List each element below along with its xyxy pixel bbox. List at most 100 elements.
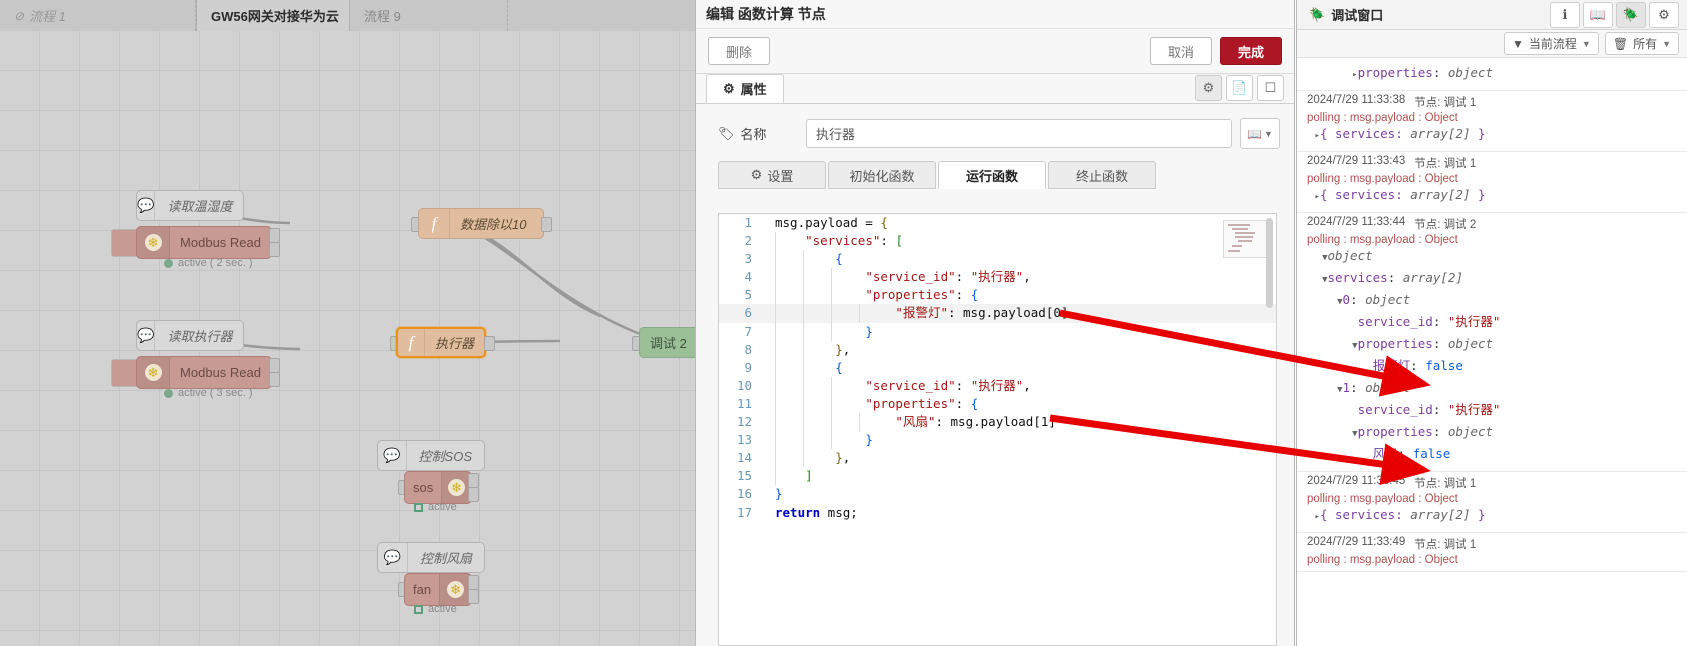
flow-tab-3[interactable]: 流程 9 (350, 0, 508, 31)
debug-object-tree[interactable]: ▸{ services: array[2] } (1307, 185, 1681, 207)
name-input[interactable] (806, 119, 1232, 148)
debug-2-node[interactable]: 调试 2 (639, 327, 695, 358)
tree-row[interactable]: ▼object (1307, 246, 1681, 268)
tree-row[interactable]: 风扇: false (1307, 444, 1681, 466)
node-red-window: ⊘ 流程 1 GW56网关对接华为云 流程 9 💬 读取温湿度 (0, 0, 1687, 646)
sos-node-out-2[interactable] (468, 487, 479, 502)
flow-tab-2[interactable]: GW56网关对接华为云 (196, 0, 350, 31)
document-icon[interactable]: 📄 (1226, 75, 1253, 101)
modbus-read-1-left-box[interactable] (111, 229, 139, 257)
tab-run-function[interactable]: 运行函数 (938, 161, 1046, 189)
bug-icon[interactable]: 🪲 (1616, 2, 1646, 28)
tab-properties[interactable]: ⚙ 属性 (706, 74, 784, 103)
comment-node-fan[interactable]: 💬 控制风扇 (377, 542, 485, 573)
chevron-down-icon: ▼ (1662, 39, 1671, 49)
comment-node-fan-label: 控制风扇 (408, 548, 484, 567)
modbus-read-1-out-1[interactable] (269, 228, 280, 243)
filter-scope-dropdown[interactable]: ▼ 当前流程 ▼ (1504, 32, 1599, 55)
expand-icon[interactable]: ☐ (1257, 75, 1284, 101)
debug-message[interactable]: 2024/7/29 11:33:43节点: 调试 1polling : msg.… (1297, 152, 1687, 213)
indent-guide (803, 449, 804, 467)
tree-row[interactable]: ▼0: object (1307, 290, 1681, 312)
tree-row[interactable]: service_id: "执行器" (1307, 312, 1681, 334)
code-scrollbar-thumb[interactable] (1266, 218, 1273, 308)
fn-actuator-label: 执行器 (425, 333, 484, 352)
fn-actuator-node[interactable]: f 执行器 (396, 327, 486, 358)
tree-row[interactable]: ▸properties: object (1307, 63, 1681, 85)
modbus-read-1-out-2[interactable] (269, 242, 280, 257)
code-editor-body[interactable]: 1msg.payload = {2 "services": [3 {4 "ser… (719, 214, 1276, 645)
tree-row[interactable]: 报警灯: false (1307, 356, 1681, 378)
indent-guide (859, 413, 860, 431)
indent-guide (831, 395, 832, 413)
modbus-read-2-out-1[interactable] (269, 358, 280, 373)
code-line: 8 }, (719, 341, 1276, 359)
tab-stop-function[interactable]: 终止函数 (1048, 161, 1156, 189)
sos-node-out-1[interactable] (468, 473, 479, 488)
flow-canvas[interactable]: 💬 读取温湿度 ❄ Modbus Read active ( 2 sec. ) … (0, 31, 695, 646)
tab-settings[interactable]: ⚙ 设置 (718, 161, 826, 189)
delete-button[interactable]: 删除 (708, 37, 770, 65)
fn-divide-node[interactable]: f 数据除以10 (418, 208, 544, 239)
modbus-read-1-node[interactable]: ❄ Modbus Read (136, 226, 272, 259)
indent-guide (831, 431, 832, 449)
code-line: 3 { (719, 250, 1276, 268)
code-line-number: 9 (719, 359, 763, 377)
code-line-text: { (763, 250, 843, 268)
gear-icon[interactable]: ⚙ (1649, 2, 1679, 28)
indent-guide (831, 268, 832, 286)
debug-message-topic: polling : msg.payload : Object (1307, 112, 1681, 124)
debug-object-tree[interactable]: ▼object ▼services: array[2] ▼0: object s… (1307, 246, 1681, 466)
disabled-circle-icon: ⊘ (14, 9, 24, 23)
comment-node-read-actuator[interactable]: 💬 读取执行器 (136, 320, 244, 351)
debug-object-tree[interactable]: ▸{ services: array[2] } (1307, 124, 1681, 146)
comment-node-read-temp[interactable]: 💬 读取温湿度 (136, 190, 244, 221)
modbus-read-1-status-label: active ( 2 sec. ) (178, 257, 253, 269)
code-editor[interactable]: 1msg.payload = {2 "services": [3 {4 "ser… (718, 213, 1277, 646)
gear-icon[interactable]: ⚙ (1195, 75, 1222, 101)
modbus-read-2-node[interactable]: ❄ Modbus Read (136, 356, 272, 389)
info-icon[interactable]: ℹ (1550, 2, 1580, 28)
tree-row[interactable]: service_id: "执行器" (1307, 400, 1681, 422)
clear-messages-dropdown[interactable]: 🗑 所有 ▼ (1605, 32, 1679, 55)
book-icon[interactable]: 📖 (1583, 2, 1613, 28)
tab-init-function[interactable]: 初始化函数 (828, 161, 936, 189)
debug-message[interactable]: 2024/7/29 11:33:44节点: 调试 2polling : msg.… (1297, 213, 1687, 472)
comment-node-sos[interactable]: 💬 控制SOS (377, 440, 485, 471)
tree-row[interactable]: ▼properties: object (1307, 334, 1681, 356)
fan-node-out-1[interactable] (468, 575, 479, 590)
debug-message-list[interactable]: ▸properties: object 2024/7/29 11:33:38节点:… (1297, 59, 1687, 646)
tree-row[interactable]: ▸{ services: array[2] } (1307, 124, 1681, 146)
tree-row[interactable]: ▼properties: object (1307, 422, 1681, 444)
debug-object-tree[interactable]: ▸{ services: array[2] } (1307, 505, 1681, 527)
fn-divide-out[interactable] (541, 217, 552, 232)
debug-message-topic: polling : msg.payload : Object (1307, 173, 1681, 185)
fan-node-out-2[interactable] (468, 589, 479, 604)
debug-message[interactable]: 2024/7/29 11:33:45节点: 调试 1polling : msg.… (1297, 472, 1687, 533)
code-line-text: ] (763, 467, 813, 485)
done-button[interactable]: 完成 (1220, 37, 1282, 65)
indent-guide (803, 413, 804, 431)
tree-row[interactable]: ▸{ services: array[2] } (1307, 185, 1681, 207)
tree-row[interactable]: ▼services: array[2] (1307, 268, 1681, 290)
debug-message-timestamp: 2024/7/29 11:33:45 (1307, 475, 1405, 491)
tree-row[interactable]: ▸{ services: array[2] } (1307, 505, 1681, 527)
cancel-button[interactable]: 取消 (1150, 37, 1212, 65)
debug-message[interactable]: 2024/7/29 11:33:49节点: 调试 1polling : msg.… (1297, 533, 1687, 572)
flow-tab-1[interactable]: ⊘ 流程 1 (0, 0, 196, 31)
tree-row[interactable]: ▼1: object (1307, 378, 1681, 400)
comment-icon: 💬 (137, 321, 155, 350)
name-type-dropdown[interactable]: 📖 ▼ (1240, 118, 1280, 149)
filter-icon: ▼ (1512, 37, 1524, 51)
code-line-text: "service_id": "执行器", (763, 377, 1031, 395)
flow-tab-bar: ⊘ 流程 1 GW56网关对接华为云 流程 9 (0, 0, 695, 32)
debug-message[interactable]: 2024/7/29 11:33:38节点: 调试 1polling : msg.… (1297, 91, 1687, 152)
fan-node[interactable]: fan ❄ (404, 573, 472, 606)
sos-node[interactable]: sos ❄ (404, 471, 472, 504)
code-scrollbar-vertical[interactable] (1266, 218, 1275, 646)
fn-actuator-out[interactable] (484, 336, 495, 351)
modbus-read-2-out-2[interactable] (269, 372, 280, 387)
modbus-read-2-left-box[interactable] (111, 359, 139, 387)
code-minimap[interactable] (1223, 220, 1267, 258)
debug-message-partial[interactable]: ▸properties: object (1297, 59, 1687, 91)
